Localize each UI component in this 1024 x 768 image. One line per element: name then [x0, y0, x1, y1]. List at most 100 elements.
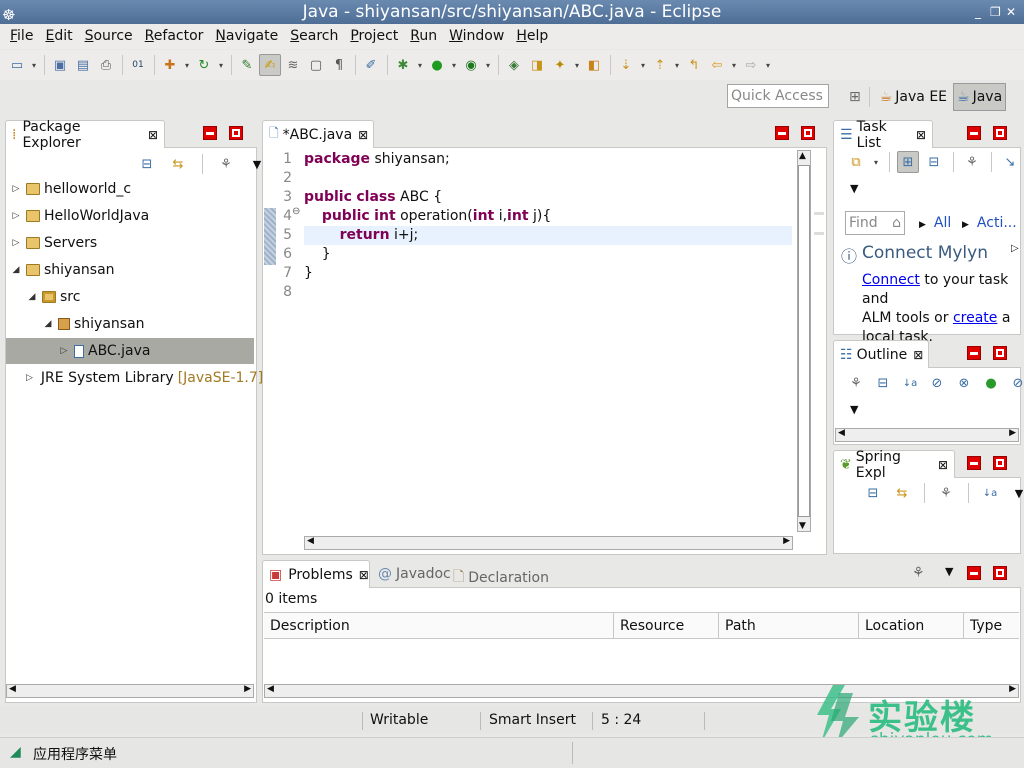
save-icon[interactable]: ▣: [49, 54, 71, 76]
binary-icon[interactable]: 01: [127, 54, 149, 76]
menu-file[interactable]: File: [4, 24, 39, 49]
minimize-panel-icon[interactable]: [967, 566, 981, 580]
save-all-icon[interactable]: ▤: [72, 54, 94, 76]
close-tab-icon[interactable]: ⊠: [148, 128, 158, 142]
new-dropdown-icon[interactable]: ▾: [29, 54, 39, 76]
menu-source[interactable]: Source: [79, 24, 139, 49]
column-type[interactable]: Type: [964, 613, 1019, 639]
scroll-left-icon[interactable]: ◀: [838, 428, 845, 438]
tab-task-list[interactable]: ☰ Task List ⊠: [833, 119, 933, 151]
scroll-left-icon[interactable]: ◀: [267, 684, 274, 694]
perspective-java-ee[interactable]: ☕ Java EE: [876, 83, 951, 111]
tab-declaration[interactable]: 🗋 Declaration: [453, 566, 549, 590]
tab-package-explorer[interactable]: ⁞ Package Explorer ⊠: [5, 119, 165, 151]
menu-edit[interactable]: Edit: [39, 24, 78, 49]
collapsed-arrow-icon[interactable]: ▷: [10, 238, 22, 248]
sync-icon[interactable]: ↘: [999, 151, 1021, 173]
maximize-panel-icon[interactable]: [801, 126, 815, 140]
create-link[interactable]: create: [953, 310, 997, 326]
find-task-input[interactable]: Find ⌂: [845, 211, 905, 235]
close-tab-icon[interactable]: ⊠: [938, 458, 948, 472]
open-resource-icon[interactable]: ◧: [583, 54, 605, 76]
tree-item[interactable]: ▷ HelloWorldJava: [6, 203, 254, 229]
collapse-all-icon[interactable]: ⊟: [872, 372, 894, 394]
app-menu-icon[interactable]: ◢: [10, 744, 21, 760]
menu-run[interactable]: Run: [404, 24, 443, 49]
maximize-panel-icon[interactable]: [993, 456, 1007, 470]
tree-item[interactable]: ▷ JRE System Library [JavaSE-1.7]: [6, 365, 263, 391]
close-tab-icon[interactable]: ⊠: [358, 128, 368, 142]
collapsed-arrow-icon[interactable]: ▷: [58, 346, 70, 356]
view-menu-icon[interactable]: ▼: [850, 403, 858, 416]
perspective-java[interactable]: ☕ Java: [953, 83, 1007, 111]
editor-hscroll[interactable]: ◀ ▶: [304, 536, 793, 550]
hide-local-types-icon[interactable]: ⊘: [1007, 372, 1024, 394]
close-tab-icon[interactable]: ⊠: [916, 128, 926, 142]
close-icon[interactable]: ✕: [1006, 0, 1016, 24]
maximize-panel-icon[interactable]: [993, 126, 1007, 140]
refresh-icon[interactable]: ↻: [193, 54, 215, 76]
scroll-left-icon[interactable]: ◀: [9, 684, 16, 694]
scroll-right-icon[interactable]: ▶: [1009, 428, 1016, 438]
run-icon[interactable]: ●: [426, 54, 448, 76]
dropdown-icon[interactable]: ▾: [182, 54, 192, 76]
scroll-right-icon[interactable]: ▶: [244, 684, 251, 694]
hide-static-icon[interactable]: ⊗: [953, 372, 975, 394]
link-with-editor-icon[interactable]: ⇆: [891, 482, 913, 504]
open-task-icon[interactable]: ✎: [236, 54, 258, 76]
scroll-right-icon[interactable]: ▶: [783, 536, 790, 546]
quick-access-input[interactable]: Quick Access: [727, 84, 829, 108]
collapsed-arrow-icon[interactable]: ▷: [10, 184, 22, 194]
block-selection-icon[interactable]: ▢: [305, 54, 327, 76]
tree-item[interactable]: ▷ helloworld_c: [6, 176, 254, 202]
minimize-panel-icon[interactable]: [967, 346, 981, 360]
maximize-panel-icon[interactable]: [229, 126, 243, 140]
forward-icon[interactable]: ⇨: [740, 54, 762, 76]
close-tab-icon[interactable]: ⊠: [359, 568, 369, 582]
tree-item[interactable]: ◢ shiyansan: [6, 257, 254, 283]
fold-icon[interactable]: ⊖: [292, 206, 300, 217]
last-edit-icon[interactable]: ↰: [683, 54, 705, 76]
maximize-panel-icon[interactable]: [993, 346, 1007, 360]
expanded-arrow-icon[interactable]: ◢: [42, 319, 54, 329]
code-line[interactable]: public int operation(int i,int j){: [304, 207, 551, 226]
close-tab-icon[interactable]: ⊠: [913, 348, 923, 362]
filter-activate[interactable]: ▶ Acti...: [962, 215, 1017, 231]
categorized-icon[interactable]: ⊞: [897, 151, 919, 173]
debug-icon[interactable]: ✱: [392, 54, 414, 76]
menu-project[interactable]: Project: [344, 24, 404, 49]
clear-filter-icon[interactable]: ⌂: [892, 212, 901, 234]
column-resource[interactable]: Resource: [614, 613, 719, 639]
hide-nonpublic-icon[interactable]: ●: [980, 372, 1002, 394]
scroll-thumb[interactable]: [798, 165, 810, 517]
view-menu-icon[interactable]: ▼: [945, 565, 953, 578]
menu-refactor[interactable]: Refactor: [139, 24, 210, 49]
focus-icon[interactable]: ⚘: [845, 372, 867, 394]
tree-item[interactable]: ◢ src: [6, 284, 254, 310]
collapse-all-icon[interactable]: ⊟: [136, 153, 158, 175]
tab-javadoc[interactable]: @ Javadoc: [378, 566, 451, 582]
dropdown-icon[interactable]: ▾: [415, 54, 425, 76]
view-menu-icon[interactable]: ▼: [850, 182, 858, 195]
code-line[interactable]: public class ABC {: [304, 188, 442, 207]
column-path[interactable]: Path: [719, 613, 859, 639]
filter-all[interactable]: ▶ All: [919, 215, 951, 231]
toggle-breadcrumb-icon[interactable]: ✐: [360, 54, 382, 76]
mylyn-menu-icon[interactable]: ▷: [1011, 243, 1019, 254]
scroll-right-icon[interactable]: ▶: [1009, 684, 1016, 694]
dropdown-icon[interactable]: ▾: [449, 54, 459, 76]
dropdown-icon[interactable]: ▾: [216, 54, 226, 76]
new-icon[interactable]: ▭: [6, 54, 28, 76]
column-location[interactable]: Location: [859, 613, 964, 639]
package-explorer-hscroll[interactable]: ◀ ▶: [6, 684, 254, 698]
tree-item[interactable]: ▷ Servers: [6, 230, 254, 256]
focus-icon[interactable]: ⚘: [961, 151, 983, 173]
minimize-panel-icon[interactable]: [967, 126, 981, 140]
new-java-project-icon[interactable]: ◈: [503, 54, 525, 76]
code-line[interactable]: package shiyansan;: [304, 150, 450, 169]
app-menu-label[interactable]: 应用程序菜单: [33, 744, 117, 764]
open-perspective-icon[interactable]: ⊞: [845, 83, 865, 111]
dropdown-icon[interactable]: ▾: [483, 54, 493, 76]
new-server-icon[interactable]: ✚: [159, 54, 181, 76]
mark-occurrences-icon[interactable]: ✍: [259, 54, 281, 76]
